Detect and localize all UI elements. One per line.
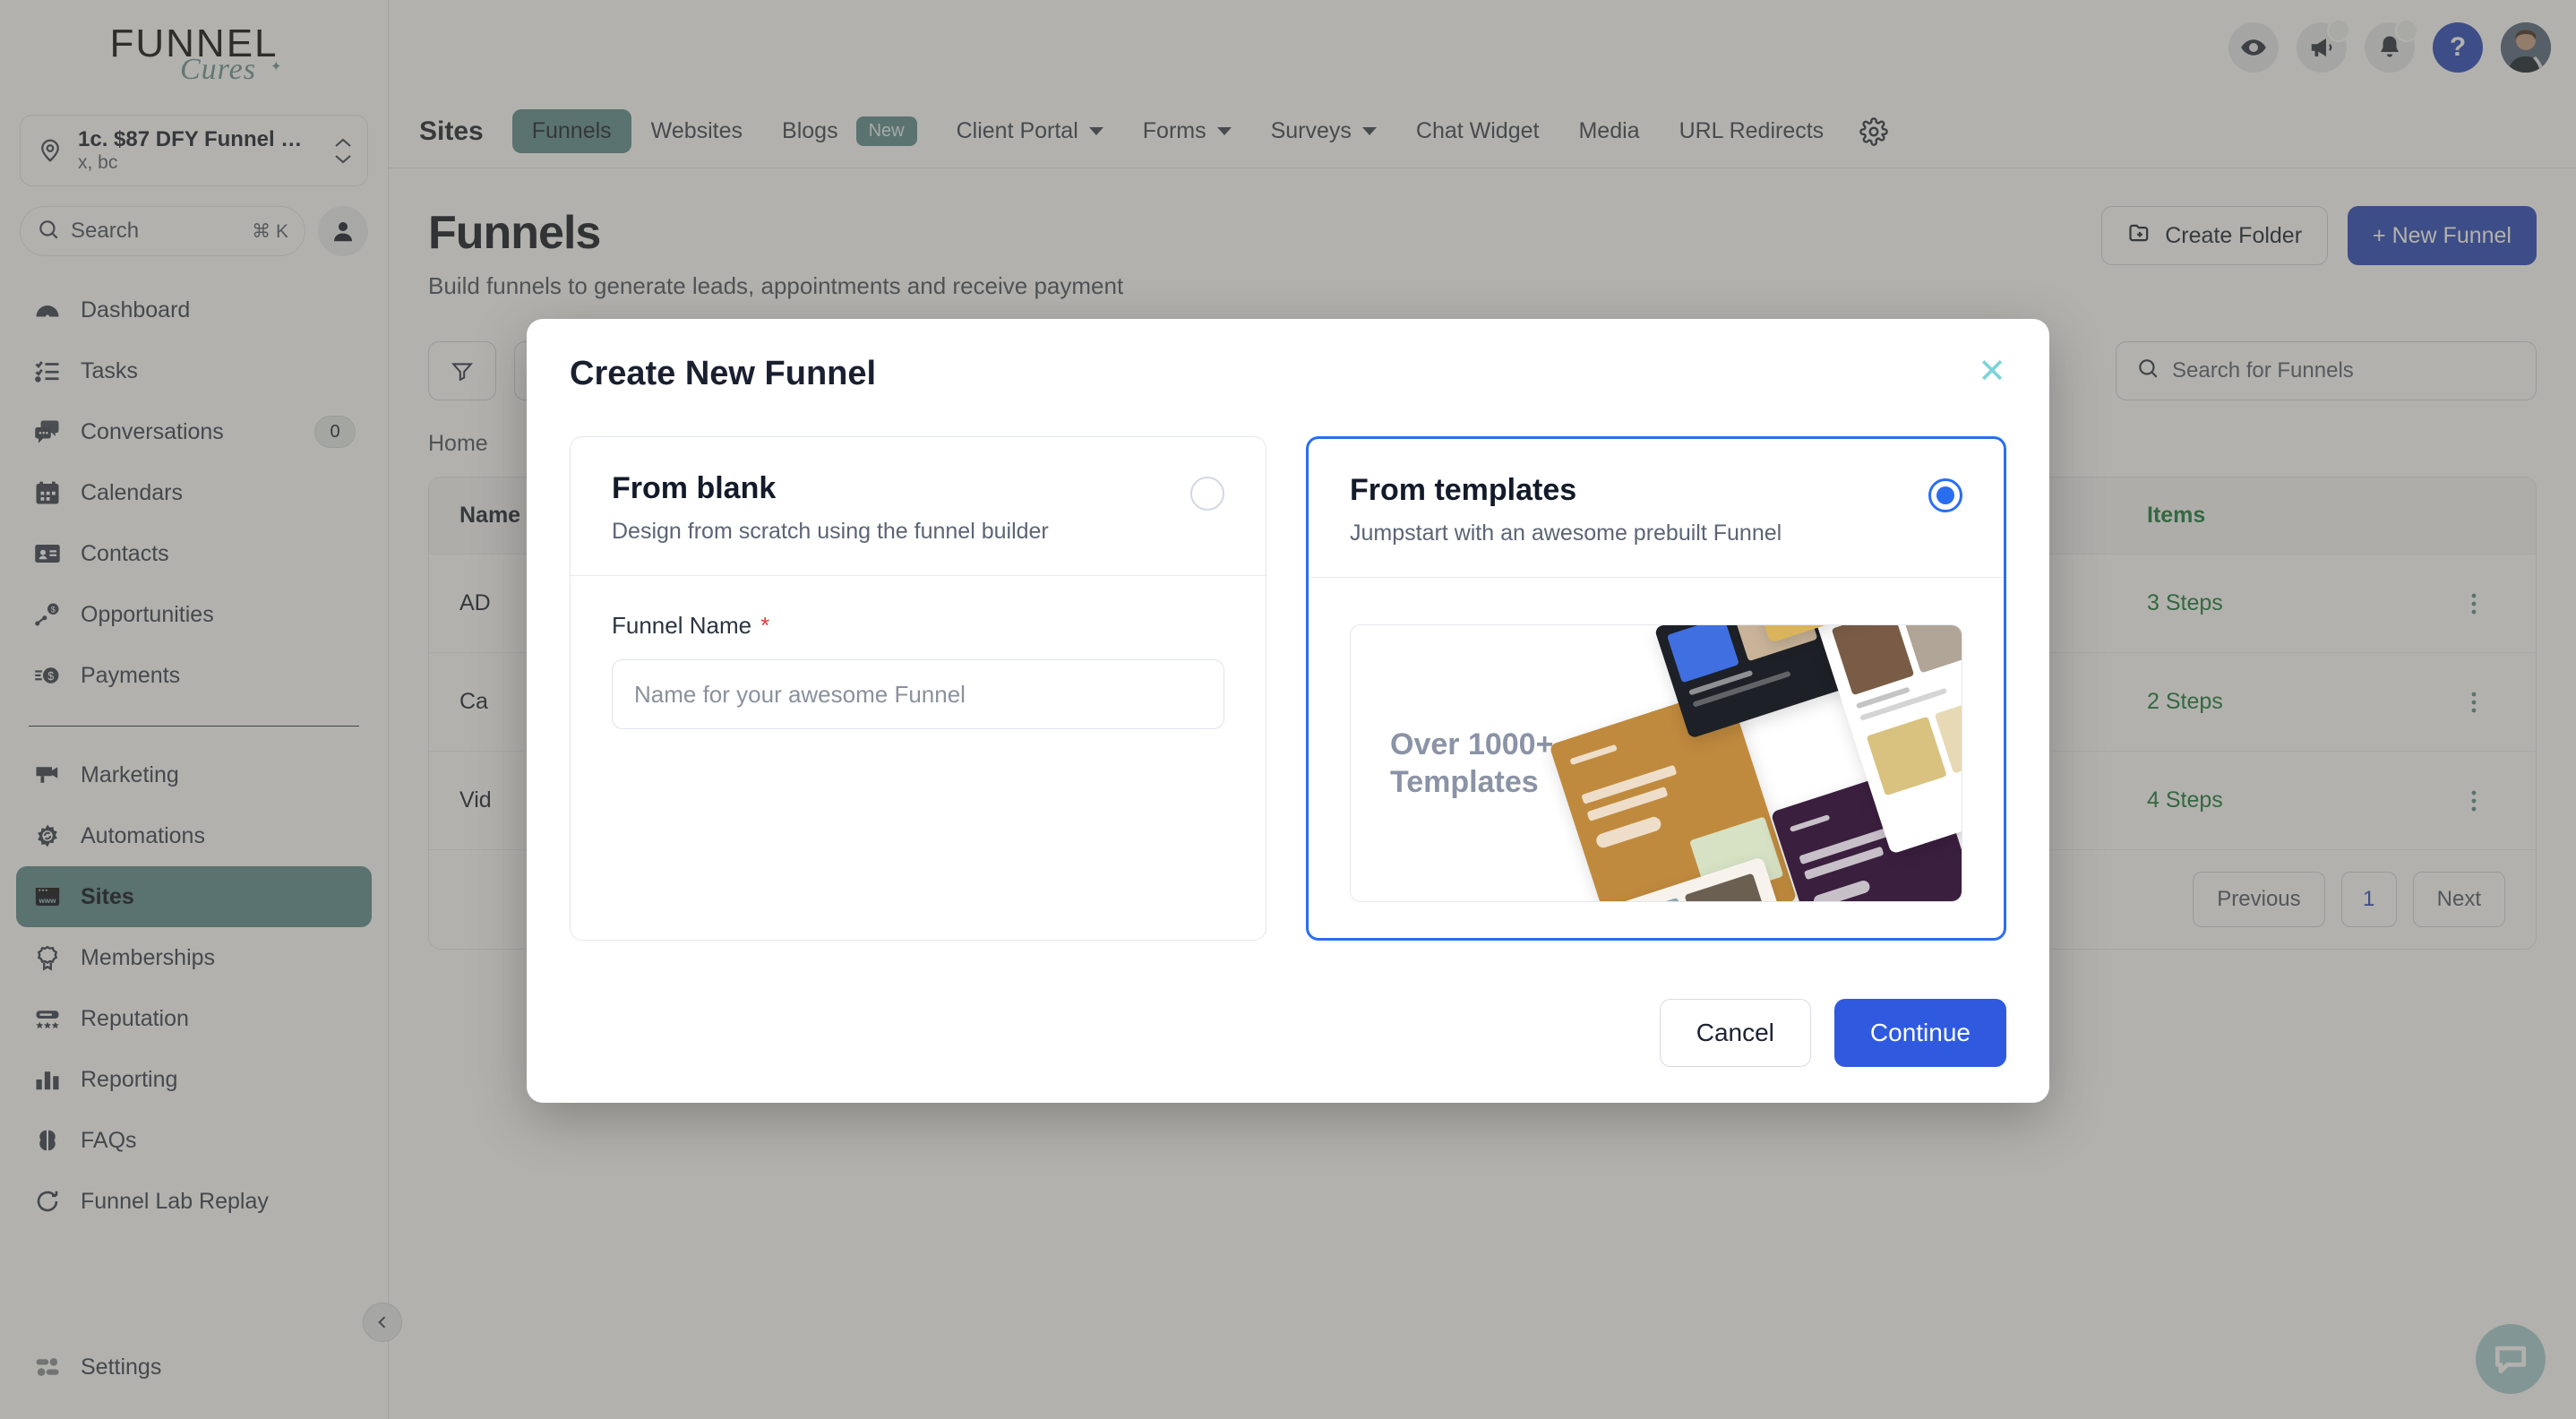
- template-collage-image: [1496, 625, 1962, 901]
- option-heading: From templates: [1350, 473, 1577, 507]
- option-from-templates-head: From templates Jumpstart with an awesome…: [1309, 439, 2004, 577]
- option-description: Design from scratch using the funnel bui…: [612, 519, 1049, 544]
- templates-preview-text: Over 1000+ Templates: [1390, 727, 1554, 800]
- funnel-name-input[interactable]: Name for your awesome Funnel: [612, 659, 1224, 729]
- funnel-source-options: From blank Design from scratch using the…: [570, 436, 2006, 941]
- modal-header: Create New Funnel ✕: [570, 355, 2006, 393]
- funnel-name-label: Funnel Name *: [612, 612, 1224, 640]
- option-description: Jumpstart with an awesome prebuilt Funne…: [1350, 520, 1782, 546]
- radio-from-blank[interactable]: [1190, 477, 1224, 511]
- modal-title: Create New Funnel: [570, 355, 877, 392]
- templates-preview: Over 1000+ Templates: [1350, 624, 1962, 902]
- close-icon[interactable]: ✕: [1978, 355, 2006, 389]
- option-from-templates[interactable]: From templates Jumpstart with an awesome…: [1306, 436, 2006, 941]
- required-asterisk: *: [760, 612, 770, 639]
- templates-preview-group: Over 1000+ Templates: [1309, 578, 2004, 938]
- continue-button[interactable]: Continue: [1833, 999, 2006, 1067]
- create-new-funnel-modal: Create New Funnel ✕ From blank Design fr…: [527, 319, 2049, 1103]
- option-heading: From blank: [612, 471, 777, 505]
- modal-footer: Cancel Continue: [570, 968, 2006, 1067]
- option-from-blank-head: From blank Design from scratch using the…: [571, 437, 1266, 575]
- cancel-button[interactable]: Cancel: [1659, 999, 1811, 1067]
- label-text: Funnel Name: [612, 612, 752, 639]
- radio-from-templates[interactable]: [1928, 478, 1962, 512]
- screen: FUNNEL Cures ✦ 1c. $87 DFY Funnel … x, b…: [0, 0, 2576, 1419]
- option-from-blank[interactable]: From blank Design from scratch using the…: [570, 436, 1267, 941]
- funnel-name-field-group: Funnel Name * Name for your awesome Funn…: [571, 576, 1266, 940]
- funnel-name-placeholder: Name for your awesome Funnel: [634, 680, 966, 708]
